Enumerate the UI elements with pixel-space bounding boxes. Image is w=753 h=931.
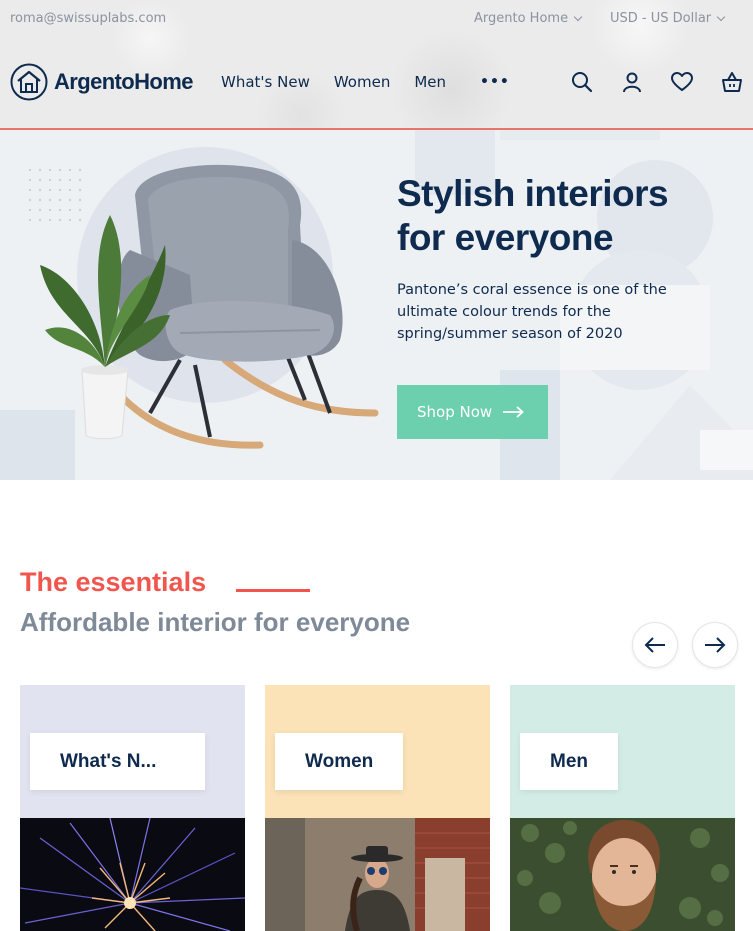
section-title: The essentials [20,567,207,597]
carousel-next-button[interactable] [692,622,738,668]
main-nav: What's New Women Men [221,73,470,91]
shop-now-button[interactable]: Shop Now [397,385,548,439]
arrow-right-icon [705,637,726,653]
section-title-underline [236,589,310,592]
hero-title-line1: Stylish interiors [397,173,669,214]
woman-portrait-image [265,818,490,931]
shop-now-label: Shop Now [417,403,493,421]
account-icon[interactable] [620,70,644,94]
nav-item-whats-new[interactable]: What's New [221,73,310,91]
currency-switcher-label: USD - US Dollar [610,11,712,26]
arrow-right-icon [503,406,525,418]
store-switcher-label: Argento Home [474,11,569,26]
house-logo-icon [10,63,48,101]
contact-email[interactable]: roma@swissuplabs.com [10,11,166,26]
chevron-down-icon [573,12,583,21]
hero-title: Stylish interiors for everyone [397,172,737,260]
card-label: What's N... [30,733,205,790]
category-card-women[interactable]: Women [265,685,490,931]
chevron-down-icon [716,12,726,21]
cart-icon[interactable] [720,70,744,94]
rocking-chair-illustration [40,164,379,449]
nav-item-men[interactable]: Men [414,73,446,91]
hero-description: Pantone’s coral essence is one of the ul… [397,282,667,342]
card-label: Men [520,733,618,790]
store-switcher[interactable]: Argento Home [474,11,583,26]
hero-title-line2: for everyone [397,217,614,258]
site-logo[interactable]: ArgentoHome [10,63,193,101]
search-icon[interactable] [570,70,594,94]
man-portrait-image [510,818,735,931]
hero-banner: Stylish interiors for everyone Pantone’s… [0,130,753,480]
arrow-left-icon [644,637,665,653]
wishlist-icon[interactable] [670,70,694,94]
currency-switcher[interactable]: USD - US Dollar [610,11,726,26]
category-card-whats-new[interactable]: What's N... [20,685,245,931]
nav-more-button[interactable]: ••• [480,74,510,90]
carousel-prev-button[interactable] [632,622,678,668]
card-label: Women [275,733,404,790]
site-header: roma@swissuplabs.com Argento Home USD - … [0,0,753,130]
category-card-men[interactable]: Men [510,685,735,931]
nav-item-women[interactable]: Women [334,73,390,91]
section-subtitle: Affordable interior for everyone [20,607,411,637]
fireworks-image [20,818,245,931]
logo-text: ArgentoHome [54,69,193,94]
